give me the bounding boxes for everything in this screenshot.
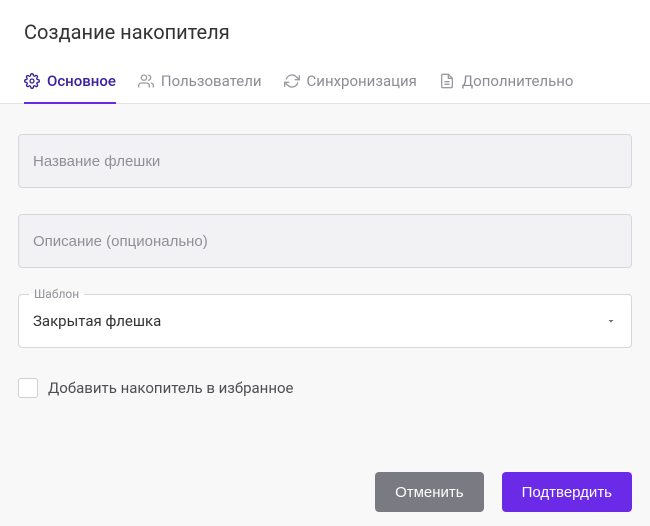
tab-sync[interactable]: Синхронизация bbox=[284, 62, 417, 104]
favorite-checkbox-label: Добавить накопитель в избранное bbox=[48, 379, 294, 397]
dialog-button-row: Отменить Подтвердить bbox=[18, 462, 632, 512]
create-drive-dialog: Создание накопителя Основное Пользоват bbox=[0, 0, 650, 526]
form-area: Шаблон Закрытая флешка Добавить накопите… bbox=[0, 104, 650, 526]
sync-icon bbox=[284, 73, 300, 89]
template-float-label: Шаблон bbox=[29, 287, 84, 301]
tab-additional[interactable]: Дополнительно bbox=[439, 62, 574, 104]
template-selected-value: Закрытая флешка bbox=[33, 312, 605, 330]
description-field-wrapper bbox=[18, 214, 632, 268]
tab-label: Синхронизация bbox=[307, 72, 417, 90]
document-icon bbox=[439, 73, 455, 89]
tab-bar: Основное Пользователи bbox=[0, 62, 650, 104]
tab-label: Дополнительно bbox=[462, 72, 574, 90]
tab-label: Основное bbox=[47, 72, 116, 90]
spacer bbox=[18, 406, 632, 462]
chevron-down-icon bbox=[605, 312, 617, 331]
confirm-button[interactable]: Подтвердить bbox=[502, 472, 632, 512]
name-field-wrapper bbox=[18, 134, 632, 188]
tab-main[interactable]: Основное bbox=[24, 62, 116, 104]
name-input[interactable] bbox=[18, 134, 632, 188]
tab-label: Пользователи bbox=[161, 72, 262, 90]
users-icon bbox=[138, 73, 154, 89]
favorite-checkbox[interactable] bbox=[18, 378, 38, 398]
dialog-title: Создание накопителя bbox=[0, 0, 650, 62]
favorite-checkbox-row: Добавить накопитель в избранное bbox=[18, 374, 632, 406]
gear-icon bbox=[24, 73, 40, 89]
tab-users[interactable]: Пользователи bbox=[138, 62, 262, 104]
description-input[interactable] bbox=[18, 214, 632, 268]
template-select[interactable]: Шаблон Закрытая флешка bbox=[18, 294, 632, 348]
cancel-button[interactable]: Отменить bbox=[375, 472, 484, 512]
